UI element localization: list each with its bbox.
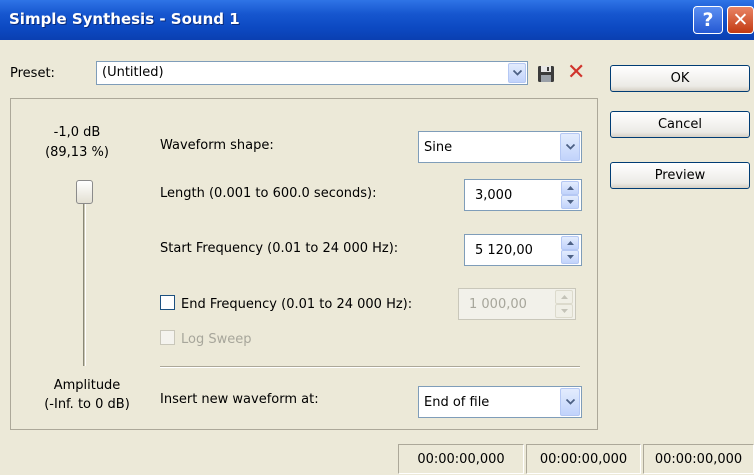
spin-down-icon [555,304,573,318]
start-frequency-input[interactable]: 5 120,00 [464,234,582,266]
waveform-select[interactable]: Sine [418,131,582,163]
status-selection-start: 00:00:00,000 [398,444,524,474]
spin-down-icon[interactable] [561,250,579,264]
insert-label: Insert new waveform at: [160,392,319,407]
ok-button[interactable]: OK [610,65,750,92]
waveform-value: Sine [424,140,453,155]
separator [160,366,580,368]
amplitude-value: -1,0 dB [53,125,101,140]
spin-up-icon [555,290,573,304]
chevron-down-icon[interactable] [560,133,580,161]
end-frequency-value: 1 000,00 [469,297,527,312]
waveform-label: Waveform shape: [160,138,274,153]
window-title: Simple Synthesis - Sound 1 [9,10,240,28]
log-sweep-checkbox [160,330,175,345]
amplitude-percent: (89,13 %) [45,145,109,160]
start-frequency-stepper[interactable] [561,236,579,264]
preview-button[interactable]: Preview [610,162,750,189]
length-input[interactable]: 3,000 [464,179,582,211]
end-frequency-checkbox[interactable] [160,295,175,310]
preset-label: Preset: [10,66,55,81]
status-selection-end: 00:00:00,000 [526,444,641,474]
end-frequency-stepper [555,290,573,318]
amplitude-range: (-Inf. to 0 dB) [44,397,130,412]
length-label: Length (0.001 to 600.0 seconds): [160,186,377,201]
length-value: 3,000 [475,188,513,203]
chevron-down-icon[interactable] [508,63,526,83]
cancel-button[interactable]: Cancel [610,111,750,138]
insert-value: End of file [424,395,490,410]
status-length: 00:00:00,000 [643,444,754,474]
save-icon[interactable] [536,64,556,84]
spin-up-icon[interactable] [561,236,579,250]
length-stepper[interactable] [561,181,579,209]
delete-icon[interactable]: ✕ [567,62,585,84]
amplitude-label: Amplitude [53,378,121,393]
start-frequency-value: 5 120,00 [475,243,533,258]
spin-up-icon[interactable] [561,181,579,195]
title-bar: Simple Synthesis - Sound 1 ? ✕ [0,0,754,40]
help-button[interactable]: ? [693,6,723,34]
insert-select[interactable]: End of file [418,386,582,418]
close-button[interactable]: ✕ [727,6,754,34]
preset-combo[interactable]: (Untitled) [96,61,528,85]
end-frequency-input: 1 000,00 [458,288,576,320]
amplitude-slider-thumb[interactable] [76,180,93,204]
preset-value: (Untitled) [102,65,164,80]
end-frequency-label: End Frequency (0.01 to 24 000 Hz): [181,297,413,312]
spin-down-icon[interactable] [561,195,579,209]
log-sweep-label: Log Sweep [181,332,252,347]
amplitude-slider-track[interactable] [83,190,86,366]
start-frequency-label: Start Frequency (0.01 to 24 000 Hz): [160,241,399,256]
chevron-down-icon[interactable] [560,388,580,416]
